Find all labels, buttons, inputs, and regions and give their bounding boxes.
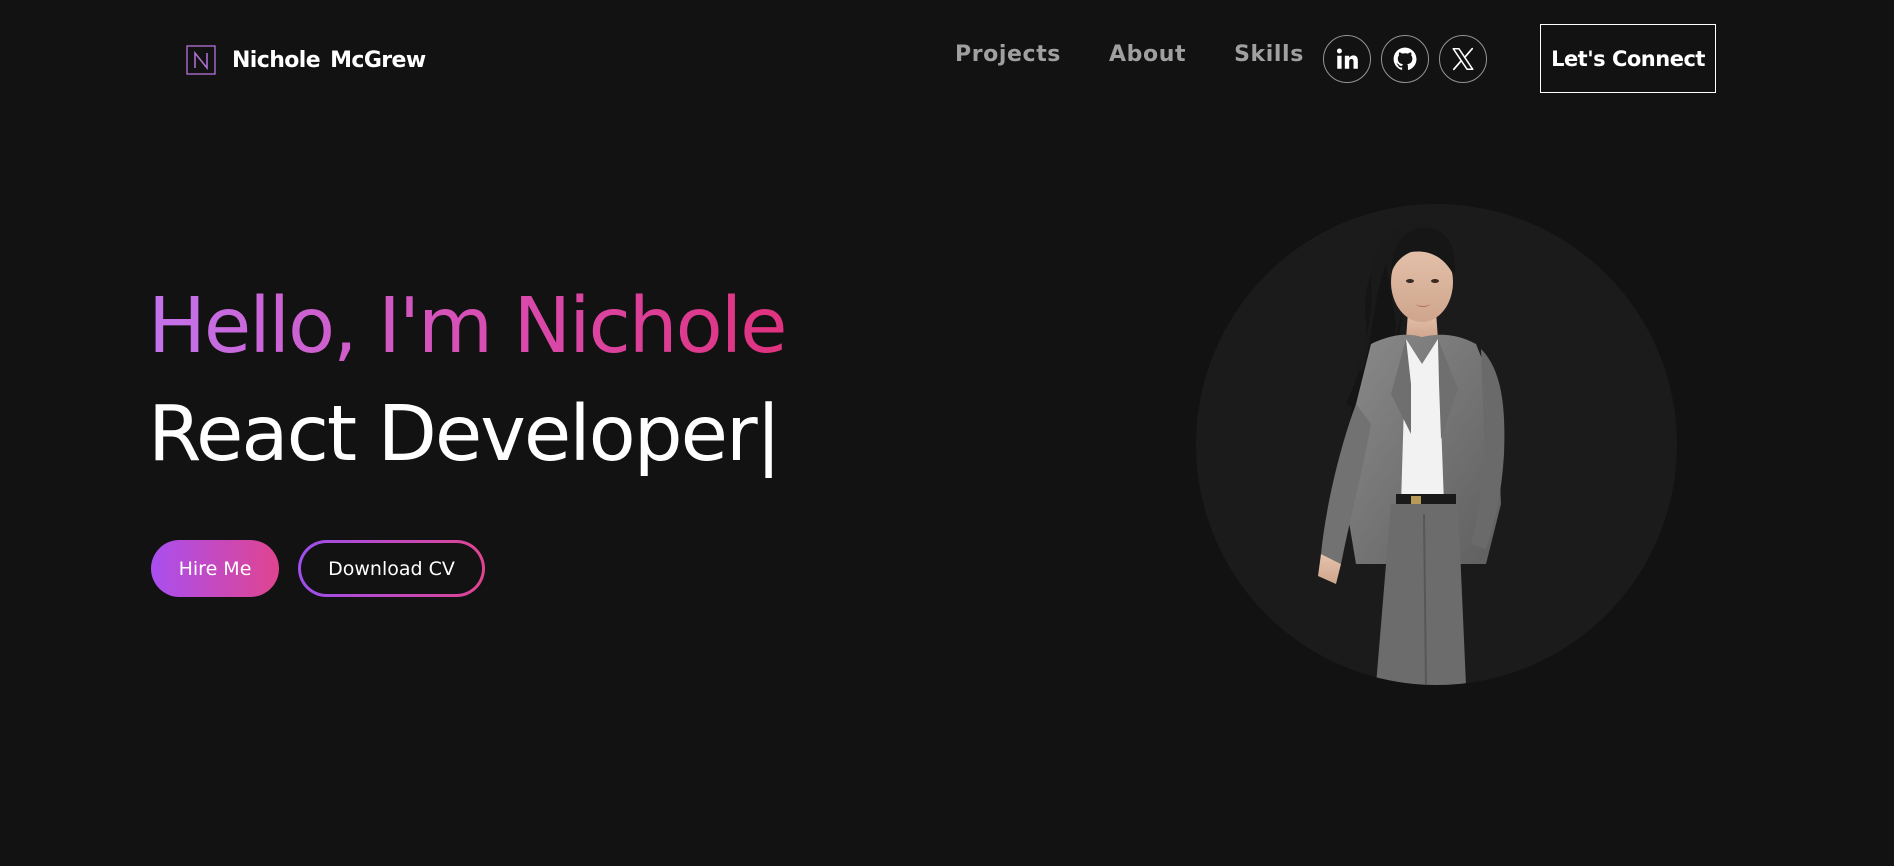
profile-photo xyxy=(1196,204,1677,685)
hero-greeting: Hello, I'm Nichole xyxy=(148,282,787,371)
social-links xyxy=(1323,35,1487,83)
typing-cursor: | xyxy=(755,390,782,479)
linkedin-icon xyxy=(1336,48,1358,69)
nav-link-about[interactable]: About xyxy=(1109,42,1186,67)
github-icon xyxy=(1393,47,1417,70)
download-cv-label: Download CV xyxy=(301,543,482,594)
brand-name: Nichole McGrew xyxy=(232,47,426,73)
nav-link-projects[interactable]: Projects xyxy=(955,42,1061,67)
hero-role-typed: React Developer| xyxy=(148,396,782,473)
hero-role-text: React Developer xyxy=(148,390,758,479)
x-twitter-link[interactable] xyxy=(1439,35,1487,83)
x-twitter-icon xyxy=(1452,47,1474,71)
nav-link-skills[interactable]: Skills xyxy=(1234,42,1304,67)
download-cv-button[interactable]: Download CV xyxy=(298,540,485,597)
github-link[interactable] xyxy=(1381,35,1429,83)
navbar: Nichole McGrew Projects About Skills Let… xyxy=(0,0,1894,116)
brand-logo-icon xyxy=(186,45,216,75)
hire-me-button[interactable]: Hire Me xyxy=(151,540,279,597)
hero-buttons: Hire Me Download CV xyxy=(151,540,485,597)
nav-links: Projects About Skills xyxy=(955,42,1304,67)
portrait-illustration xyxy=(1318,223,1505,685)
lets-connect-button[interactable]: Let's Connect xyxy=(1540,24,1716,93)
linkedin-link[interactable] xyxy=(1323,35,1371,83)
brand-link[interactable]: Nichole McGrew xyxy=(186,45,426,75)
